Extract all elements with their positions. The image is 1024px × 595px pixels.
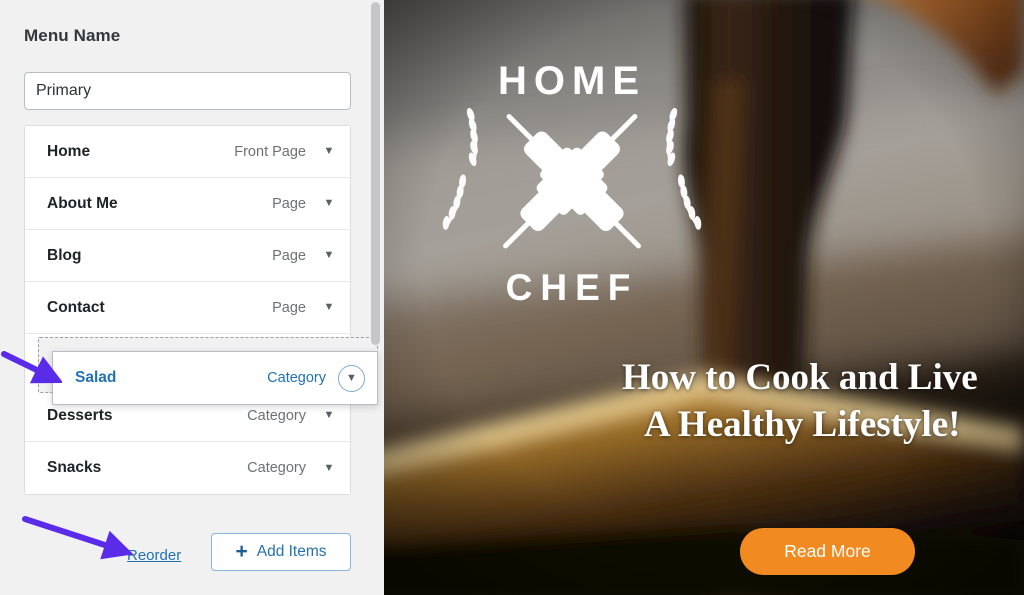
chevron-down-icon[interactable]: ▼ (322, 302, 336, 313)
menu-item-label: Snacks (47, 459, 102, 476)
menu-item-label: Salad (75, 369, 117, 386)
logo-bottom-text: CHEF (506, 267, 639, 308)
read-more-button[interactable]: Read More (740, 528, 915, 575)
chevron-down-icon[interactable]: ▼ (322, 146, 336, 157)
menu-item-type: Page (272, 247, 306, 264)
menu-item-salad-dragging[interactable]: Salad Category ▼ (52, 351, 378, 405)
chevron-down-icon[interactable]: ▼ (322, 462, 336, 474)
chevron-down-circle-icon[interactable]: ▼ (338, 364, 365, 392)
crossed-rolling-pins-icon (503, 114, 641, 249)
menu-item-blog[interactable]: Blog Page ▼ (25, 230, 350, 282)
menu-items-list: Home Front Page ▼ About Me Page ▼ Blog P… (24, 125, 351, 495)
panel-scrollbar[interactable] (371, 2, 380, 345)
menu-item-label: Blog (47, 246, 82, 264)
menu-item-type: Front Page (234, 143, 306, 160)
reorder-link[interactable]: Reorder (127, 547, 181, 564)
chevron-down-icon[interactable]: ▼ (322, 198, 336, 209)
page-title: Menu Name (24, 26, 121, 45)
menu-item-label: Desserts (47, 406, 113, 424)
menu-item-snacks[interactable]: Snacks Category ▼ (25, 442, 350, 494)
menu-item-type: Page (272, 299, 306, 316)
menu-item-label: About Me (47, 194, 118, 212)
chevron-down-icon[interactable]: ▼ (322, 410, 336, 421)
logo-top-text: HOME (498, 59, 646, 103)
home-chef-logo: HOME CHEF (442, 59, 702, 308)
menu-name-input[interactable] (24, 72, 351, 110)
hero-headline-line-2: A Healthy Lifestyle! (644, 403, 961, 445)
plus-icon: + (235, 539, 248, 563)
menu-item-home[interactable]: Home Front Page ▼ (25, 126, 350, 178)
menu-item-type: Category (267, 370, 326, 386)
add-items-button[interactable]: + Add Items (211, 533, 351, 571)
menu-item-contact[interactable]: Contact Page ▼ (25, 282, 350, 334)
menu-editor-panel: Menu Name Home Front Page ▼ About Me Pag… (0, 0, 384, 595)
menu-item-type: Category (247, 407, 306, 424)
site-preview: HOME CHEF How to Cook and Live A Healthy… (384, 0, 1024, 595)
menu-item-type: Page (272, 195, 306, 212)
hero-headline: How to Cook and Live A Healthy Lifestyle… (622, 355, 1024, 448)
menu-item-label: Home (47, 142, 91, 160)
hero-headline-line-1: How to Cook and Live (622, 357, 978, 398)
chevron-down-icon[interactable]: ▼ (322, 250, 336, 261)
add-items-label: Add Items (256, 543, 327, 560)
menu-item-about-me[interactable]: About Me Page ▼ (25, 178, 350, 230)
menu-item-label: Contact (47, 298, 105, 316)
menu-item-type: Category (247, 460, 306, 476)
